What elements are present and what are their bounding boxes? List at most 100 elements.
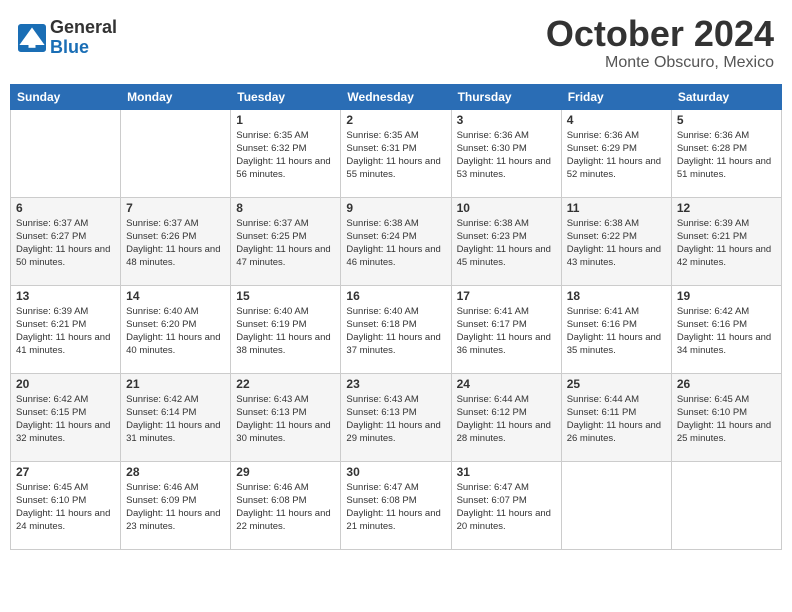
day-header-wednesday: Wednesday [341, 84, 451, 109]
calendar-cell [671, 461, 781, 549]
calendar-cell: 14Sunrise: 6:40 AMSunset: 6:20 PMDayligh… [121, 285, 231, 373]
calendar-cell: 12 Sunrise: 6:39 AMSunset: 6:21 PMDayligh… [671, 197, 781, 285]
calendar-cell: 2 Sunrise: 6:35 AMSunset: 6:31 PMDaylight… [341, 109, 451, 197]
calendar-cell: 26 Sunrise: 6:45 AMSunset: 6:10 PMDayligh… [671, 373, 781, 461]
calendar-cell: 28 Sunrise: 6:46 AMSunset: 6:09 PMDayligh… [121, 461, 231, 549]
calendar-cell: 29 Sunrise: 6:46 AMSunset: 6:08 PMDayligh… [231, 461, 341, 549]
calendar-cell: 20 Sunrise: 6:42 AMSunset: 6:15 PMDayligh… [11, 373, 121, 461]
day-info: Sunrise: 6:46 AMSunset: 6:08 PMDaylight:… [236, 481, 335, 534]
day-number: 4 [567, 113, 666, 127]
day-number: 2 [346, 113, 445, 127]
day-info: Sunrise: 6:38 AMSunset: 6:24 PMDaylight:… [346, 217, 445, 270]
calendar-cell: 7Sunrise: 6:37 AMSunset: 6:26 PMDaylight… [121, 197, 231, 285]
calendar-week-row: 13Sunrise: 6:39 AMSunset: 6:21 PMDayligh… [11, 285, 782, 373]
day-info: Sunrise: 6:45 AMSunset: 6:10 PMDaylight:… [16, 481, 115, 534]
logo: General Blue [18, 18, 117, 58]
logo-general: General [50, 17, 117, 37]
month-title: October 2024 [546, 14, 774, 54]
calendar-week-row: 1 Sunrise: 6:35 AMSunset: 6:32 PMDaylight… [11, 109, 782, 197]
calendar-cell: 31 Sunrise: 6:47 AMSunset: 6:07 PMDayligh… [451, 461, 561, 549]
day-info: Sunrise: 6:43 AMSunset: 6:13 PMDaylight:… [236, 393, 335, 446]
day-number: 29 [236, 465, 335, 479]
calendar-cell: 13Sunrise: 6:39 AMSunset: 6:21 PMDayligh… [11, 285, 121, 373]
day-header-thursday: Thursday [451, 84, 561, 109]
day-info: Sunrise: 6:41 AMSunset: 6:16 PMDaylight:… [567, 305, 666, 358]
calendar-cell: 19 Sunrise: 6:42 AMSunset: 6:16 PMDayligh… [671, 285, 781, 373]
day-info: Sunrise: 6:45 AMSunset: 6:10 PMDaylight:… [677, 393, 776, 446]
header: General Blue October 2024 Monte Obscuro,… [10, 10, 782, 76]
day-header-sunday: Sunday [11, 84, 121, 109]
day-number: 6 [16, 201, 115, 215]
day-info: Sunrise: 6:37 AMSunset: 6:25 PMDaylight:… [236, 217, 335, 270]
day-number: 21 [126, 377, 225, 391]
day-info: Sunrise: 6:44 AMSunset: 6:12 PMDaylight:… [457, 393, 556, 446]
calendar-cell: 3 Sunrise: 6:36 AMSunset: 6:30 PMDaylight… [451, 109, 561, 197]
day-info: Sunrise: 6:47 AMSunset: 6:07 PMDaylight:… [457, 481, 556, 534]
calendar-cell [121, 109, 231, 197]
day-number: 9 [346, 201, 445, 215]
calendar-cell: 17 Sunrise: 6:41 AMSunset: 6:17 PMDayligh… [451, 285, 561, 373]
day-number: 16 [346, 289, 445, 303]
calendar-cell: 11 Sunrise: 6:38 AMSunset: 6:22 PMDayligh… [561, 197, 671, 285]
day-info: Sunrise: 6:41 AMSunset: 6:17 PMDaylight:… [457, 305, 556, 358]
day-info: Sunrise: 6:37 AMSunset: 6:26 PMDaylight:… [126, 217, 225, 270]
calendar-cell: 4Sunrise: 6:36 AMSunset: 6:29 PMDaylight… [561, 109, 671, 197]
day-info: Sunrise: 6:35 AMSunset: 6:31 PMDaylight:… [346, 129, 445, 182]
day-info: Sunrise: 6:36 AMSunset: 6:28 PMDaylight:… [677, 129, 776, 182]
day-info: Sunrise: 6:40 AMSunset: 6:19 PMDaylight:… [236, 305, 335, 358]
day-number: 17 [457, 289, 556, 303]
calendar-cell: 8 Sunrise: 6:37 AMSunset: 6:25 PMDaylight… [231, 197, 341, 285]
calendar-cell: 15 Sunrise: 6:40 AMSunset: 6:19 PMDayligh… [231, 285, 341, 373]
day-info: Sunrise: 6:42 AMSunset: 6:15 PMDaylight:… [16, 393, 115, 446]
day-number: 26 [677, 377, 776, 391]
day-info: Sunrise: 6:40 AMSunset: 6:18 PMDaylight:… [346, 305, 445, 358]
day-info: Sunrise: 6:44 AMSunset: 6:11 PMDaylight:… [567, 393, 666, 446]
day-number: 27 [16, 465, 115, 479]
day-number: 15 [236, 289, 335, 303]
day-info: Sunrise: 6:36 AMSunset: 6:30 PMDaylight:… [457, 129, 556, 182]
day-info: Sunrise: 6:39 AMSunset: 6:21 PMDaylight:… [677, 217, 776, 270]
day-number: 8 [236, 201, 335, 215]
day-info: Sunrise: 6:42 AMSunset: 6:14 PMDaylight:… [126, 393, 225, 446]
day-info: Sunrise: 6:37 AMSunset: 6:27 PMDaylight:… [16, 217, 115, 270]
logo-text: General Blue [50, 18, 117, 58]
day-info: Sunrise: 6:42 AMSunset: 6:16 PMDaylight:… [677, 305, 776, 358]
day-number: 11 [567, 201, 666, 215]
day-number: 30 [346, 465, 445, 479]
calendar-cell [561, 461, 671, 549]
day-number: 25 [567, 377, 666, 391]
calendar-week-row: 27 Sunrise: 6:45 AMSunset: 6:10 PMDayligh… [11, 461, 782, 549]
day-header-tuesday: Tuesday [231, 84, 341, 109]
calendar-cell: 6 Sunrise: 6:37 AMSunset: 6:27 PMDaylight… [11, 197, 121, 285]
day-number: 3 [457, 113, 556, 127]
calendar-cell: 10Sunrise: 6:38 AMSunset: 6:23 PMDayligh… [451, 197, 561, 285]
day-number: 28 [126, 465, 225, 479]
calendar-cell: 16 Sunrise: 6:40 AMSunset: 6:18 PMDayligh… [341, 285, 451, 373]
day-number: 19 [677, 289, 776, 303]
day-info: Sunrise: 6:46 AMSunset: 6:09 PMDaylight:… [126, 481, 225, 534]
calendar-week-row: 20 Sunrise: 6:42 AMSunset: 6:15 PMDayligh… [11, 373, 782, 461]
day-number: 1 [236, 113, 335, 127]
logo-icon [18, 24, 46, 52]
day-number: 23 [346, 377, 445, 391]
calendar-cell: 27 Sunrise: 6:45 AMSunset: 6:10 PMDayligh… [11, 461, 121, 549]
day-info: Sunrise: 6:35 AMSunset: 6:32 PMDaylight:… [236, 129, 335, 182]
day-header-saturday: Saturday [671, 84, 781, 109]
day-number: 24 [457, 377, 556, 391]
day-number: 13 [16, 289, 115, 303]
day-header-monday: Monday [121, 84, 231, 109]
day-number: 31 [457, 465, 556, 479]
day-number: 12 [677, 201, 776, 215]
day-info: Sunrise: 6:38 AMSunset: 6:22 PMDaylight:… [567, 217, 666, 270]
calendar-cell: 24 Sunrise: 6:44 AMSunset: 6:12 PMDayligh… [451, 373, 561, 461]
calendar-cell: 18Sunrise: 6:41 AMSunset: 6:16 PMDayligh… [561, 285, 671, 373]
day-number: 20 [16, 377, 115, 391]
calendar-week-row: 6 Sunrise: 6:37 AMSunset: 6:27 PMDaylight… [11, 197, 782, 285]
day-info: Sunrise: 6:47 AMSunset: 6:08 PMDaylight:… [346, 481, 445, 534]
logo-blue: Blue [50, 37, 89, 57]
calendar-table: SundayMondayTuesdayWednesdayThursdayFrid… [10, 84, 782, 550]
day-info: Sunrise: 6:40 AMSunset: 6:20 PMDaylight:… [126, 305, 225, 358]
day-header-friday: Friday [561, 84, 671, 109]
location-title: Monte Obscuro, Mexico [546, 54, 774, 72]
day-number: 5 [677, 113, 776, 127]
